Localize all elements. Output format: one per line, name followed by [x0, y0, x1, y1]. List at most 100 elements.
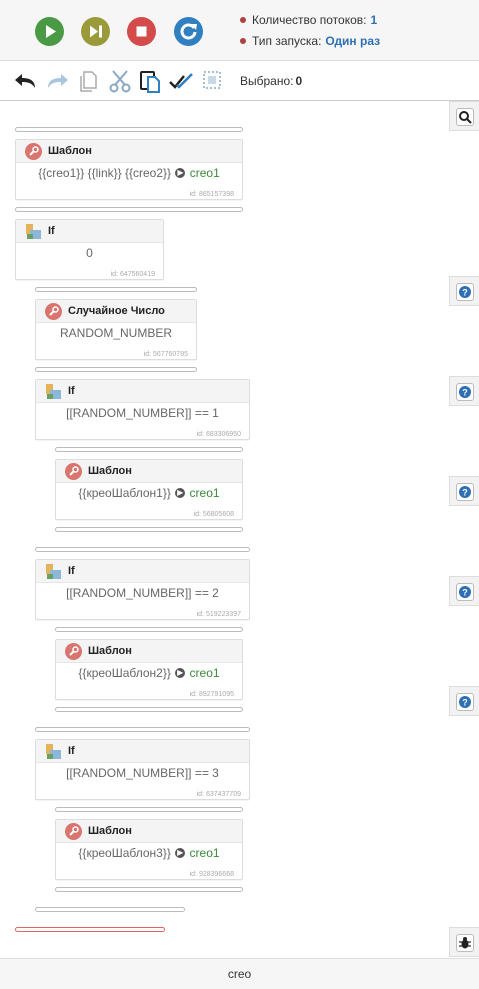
template-block[interactable]: Шаблон {{креоШаблон2}} ▶ creo1 id: 89279… [55, 639, 243, 700]
block-title: Шаблон [48, 145, 92, 157]
block-body: {{креоШаблон2}} ▶ creo1 [56, 666, 242, 680]
arrow-right-icon: ▶ [175, 667, 186, 678]
block-title: Шаблон [88, 465, 132, 477]
redo-icon [48, 74, 68, 88]
block-id: id: 892791095 [189, 691, 234, 698]
block-header: If [36, 740, 249, 763]
block-body: [[RANDOM_NUMBER]] == 1 [66, 406, 219, 420]
block-id: id: 865157398 [189, 191, 234, 198]
toolbar: Выбрано: 0 [0, 61, 479, 101]
selected-count: Выбрано: 0 [240, 74, 302, 88]
wrench-icon [65, 463, 82, 480]
if-block[interactable]: If 0 id: 647560419 [15, 219, 164, 280]
select-box-button[interactable] [200, 68, 226, 94]
connector-bar[interactable] [55, 707, 243, 712]
cut-button[interactable] [107, 68, 133, 94]
selected-value: 0 [295, 74, 303, 88]
help-button-frame: ? [456, 583, 474, 601]
undo-button[interactable] [13, 68, 39, 94]
restart-button[interactable] [174, 17, 203, 46]
threads-info: Количество потоков: 1 [240, 13, 377, 27]
connector-bar[interactable] [55, 627, 243, 632]
app: Количество потоков: 1 Тип запуска: Один ра… [0, 0, 479, 989]
block-title: Случайное Число [68, 305, 165, 317]
if-icon [46, 564, 61, 579]
template-block[interactable]: Шаблон {{креоШаблон1}} ▶ creo1 id: 56805… [55, 459, 243, 520]
result-variable: creo1 [189, 846, 220, 860]
status-text: creo [227, 967, 252, 981]
arrow-right-icon: ▶ [175, 487, 186, 498]
template-block[interactable]: Шаблон {{creo1}} {{link}} {{creo2}} ▶ cr… [15, 139, 243, 200]
select-box-icon [203, 71, 221, 89]
svg-text:?: ? [462, 288, 468, 298]
block-header: Шаблон [56, 820, 242, 843]
template-text: {{креоШаблон1}} [78, 486, 171, 500]
bullet-icon [240, 37, 246, 44]
threads-value[interactable]: 1 [371, 13, 378, 27]
play-button[interactable] [35, 17, 64, 46]
block-body: [[RANDOM_NUMBER]] == 3 [66, 766, 219, 780]
block-header: If [16, 220, 163, 243]
help-button[interactable]: ? [449, 476, 479, 506]
bug-icon [459, 937, 471, 949]
connector-bar[interactable] [55, 807, 243, 812]
debug-button[interactable] [449, 927, 479, 957]
wrench-icon [25, 143, 42, 160]
block-title: If [48, 225, 55, 237]
result-variable: creo1 [189, 486, 220, 500]
end-connector-bar[interactable] [15, 927, 165, 932]
stop-button[interactable] [127, 17, 156, 46]
help-icon: ? [459, 286, 471, 298]
block-id: id: 519223397 [196, 611, 241, 618]
block-header: If [36, 560, 249, 583]
block-id: id: 683306950 [196, 431, 241, 438]
connector-bar[interactable] [55, 447, 243, 452]
svg-text:?: ? [462, 488, 468, 498]
block-title: Шаблон [88, 645, 132, 657]
step-button[interactable] [81, 17, 110, 46]
search-button[interactable] [449, 101, 479, 131]
block-body: {{creo1}} {{link}} {{creo2}} ▶ creo1 [16, 166, 242, 180]
wrench-icon [45, 303, 62, 320]
block-header: Случайное Число [36, 300, 196, 323]
connector-bar[interactable] [15, 127, 243, 132]
if-icon [46, 744, 61, 759]
debug-button-frame [456, 934, 474, 952]
block-id: id: 567760785 [143, 351, 188, 358]
wrench-icon [65, 823, 82, 840]
search-button-frame [456, 108, 474, 126]
connector-bar[interactable] [55, 527, 243, 532]
check-all-button[interactable] [169, 68, 195, 94]
connector-bar[interactable] [35, 287, 197, 292]
restart-icon [174, 17, 203, 46]
wrench-icon [65, 643, 82, 660]
paste-icon [140, 71, 160, 93]
help-icon: ? [459, 696, 471, 708]
block-id: id: 647560419 [110, 271, 155, 278]
copy-button[interactable] [76, 68, 102, 94]
block-body: 0 [86, 246, 93, 260]
connector-bar[interactable] [15, 207, 243, 212]
play-icon [35, 17, 64, 46]
template-text: {{креоШаблон3}} [78, 846, 171, 860]
redo-button[interactable] [44, 68, 70, 94]
random-number-block[interactable]: Случайное Число RANDOM_NUMBER id: 567760… [35, 299, 197, 360]
paste-button[interactable] [138, 68, 164, 94]
if-block[interactable]: If [[RANDOM_NUMBER]] == 1 id: 683306950 [35, 379, 250, 440]
help-button-frame: ? [456, 483, 474, 501]
if-block[interactable]: If [[RANDOM_NUMBER]] == 3 id: 637437709 [35, 739, 250, 800]
help-button-frame: ? [456, 383, 474, 401]
help-button[interactable]: ? [449, 576, 479, 606]
connector-bar[interactable] [35, 907, 185, 912]
template-block[interactable]: Шаблон {{креоШаблон3}} ▶ creo1 id: 92839… [55, 819, 243, 880]
connector-bar[interactable] [35, 547, 250, 552]
help-button[interactable]: ? [449, 276, 479, 306]
connector-bar[interactable] [55, 887, 243, 892]
help-button[interactable]: ? [449, 686, 479, 716]
launch-value[interactable]: Один раз [325, 34, 380, 48]
connector-bar[interactable] [35, 367, 197, 372]
if-block[interactable]: If [[RANDOM_NUMBER]] == 2 id: 519223397 [35, 559, 250, 620]
connector-bar[interactable] [35, 727, 250, 732]
block-body: {{креоШаблон3}} ▶ creo1 [56, 846, 242, 860]
help-button[interactable]: ? [449, 376, 479, 406]
